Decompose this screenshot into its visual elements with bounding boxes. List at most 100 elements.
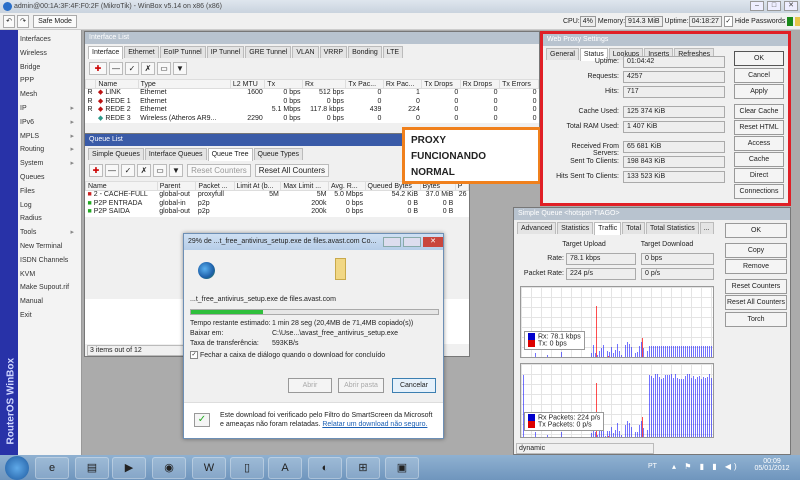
- column-header[interactable]: L2 MTU: [229, 79, 266, 89]
- column-header[interactable]: Max Limit ...: [280, 181, 329, 191]
- disable-icon[interactable]: ✗: [137, 164, 151, 177]
- sidebar-item-tools[interactable]: Tools ▸: [20, 226, 80, 239]
- column-header[interactable]: Type: [137, 79, 231, 89]
- word-icon[interactable]: W: [192, 457, 226, 479]
- add-icon[interactable]: ✚: [89, 164, 103, 177]
- sidebar-item-ipv6[interactable]: IPv6 ▸: [20, 116, 80, 129]
- sidebar-item-log[interactable]: Log: [20, 199, 80, 212]
- tab-advanced[interactable]: Advanced: [517, 222, 557, 234]
- maximize-button[interactable]: [403, 237, 421, 247]
- language-indicator[interactable]: PT: [648, 463, 657, 470]
- column-header[interactable]: Parent: [156, 181, 197, 191]
- tab-eoip-tunnel[interactable]: EoIP Tunnel: [159, 46, 206, 58]
- remove-icon[interactable]: —: [109, 62, 123, 75]
- acrobat-icon[interactable]: A: [268, 457, 302, 479]
- column-header[interactable]: Rx Drops: [459, 79, 501, 89]
- close-button[interactable]: ✕: [784, 1, 798, 11]
- reset-counters-button[interactable]: Reset Counters: [725, 279, 787, 294]
- filter-icon[interactable]: ▼: [169, 164, 183, 177]
- column-header[interactable]: Tx Errors: [499, 79, 539, 89]
- table-row[interactable]: ■ P2P SAIDA global-out p2p 200k 0 bps 0 B0 B: [86, 208, 469, 217]
- tab-bonding[interactable]: Bonding: [348, 46, 382, 58]
- open-button[interactable]: Abrir: [288, 378, 332, 393]
- column-header[interactable]: Avg. R...: [327, 181, 366, 191]
- hide-passwords-checkbox[interactable]: ✓: [723, 16, 733, 27]
- image-viewer-icon[interactable]: ▣: [385, 457, 419, 479]
- tab-traffic[interactable]: Traffic: [594, 222, 622, 235]
- sidebar-item-new-terminal[interactable]: New Terminal: [20, 240, 80, 253]
- column-header[interactable]: Rx: [302, 79, 347, 89]
- disable-icon[interactable]: ✗: [141, 62, 155, 75]
- enable-icon[interactable]: ✓: [121, 164, 135, 177]
- maximize-button[interactable]: □: [767, 1, 781, 11]
- reset-html-button[interactable]: Reset HTML: [734, 120, 784, 135]
- column-header[interactable]: Limit At (b...: [233, 181, 282, 191]
- comment-icon[interactable]: ▭: [153, 164, 167, 177]
- sidebar-item-mesh[interactable]: Mesh: [20, 88, 80, 101]
- tab-vlan[interactable]: VLAN: [292, 46, 319, 58]
- column-header[interactable]: Name: [85, 181, 158, 191]
- sidebar-item-radius[interactable]: Radius: [20, 212, 80, 225]
- cache-button[interactable]: Cache: [734, 152, 784, 167]
- sidebar-item-kvm[interactable]: KVM: [20, 268, 80, 281]
- reset-all-counters-button[interactable]: Reset All Counters: [254, 164, 329, 177]
- tab--[interactable]: ...: [699, 222, 714, 234]
- start-button[interactable]: [5, 456, 29, 480]
- remove-button[interactable]: Remove: [725, 259, 787, 274]
- sidebar-item-make-supout-rif[interactable]: Make Supout.rif: [20, 281, 80, 294]
- network-tool-icon[interactable]: ⊞: [346, 457, 380, 479]
- window-titlebar[interactable]: Web Proxy Settings: [543, 34, 788, 46]
- undo-button[interactable]: ↶: [3, 15, 15, 28]
- column-header[interactable]: Tx Drops: [421, 79, 461, 89]
- column-header[interactable]: Packet ...: [195, 181, 235, 191]
- column-header[interactable]: Tx: [264, 79, 304, 89]
- tray-icons[interactable]: ▴ ⚑ ▮ ▮ ◀): [672, 462, 740, 471]
- filter-icon[interactable]: ▼: [173, 62, 187, 75]
- column-header[interactable]: Tx Pac...: [345, 79, 384, 89]
- tab-statistics[interactable]: Statistics: [557, 222, 594, 234]
- sidebar-item-ip[interactable]: IP ▸: [20, 102, 80, 115]
- window-titlebar[interactable]: Interface List: [85, 32, 539, 44]
- table-row[interactable]: ■ P2P ENTRADA global-in p2p 200k 0 bps 0 B0 B: [86, 200, 469, 209]
- torch-button[interactable]: Torch: [725, 312, 787, 327]
- tab-gre-tunnel[interactable]: GRE Tunnel: [245, 46, 292, 58]
- notepad-icon[interactable]: ▯: [230, 457, 264, 479]
- sidebar-item-ppp[interactable]: PPP: [20, 74, 80, 87]
- column-header[interactable]: Name: [95, 79, 139, 89]
- table-row[interactable]: R ◆ REDE 2 Ethernet 5.1 Mbps 117.8 kbps 439 224…: [86, 106, 539, 115]
- sidebar-item-routing[interactable]: Routing ▸: [20, 143, 80, 156]
- clock[interactable]: 00:09 05/01/2012: [752, 458, 792, 472]
- sidebar-item-isdn-channels[interactable]: ISDN Channels: [20, 254, 80, 267]
- tab-interface[interactable]: Interface: [88, 46, 124, 59]
- ok-button[interactable]: OK: [725, 223, 787, 238]
- minimize-button[interactable]: –: [750, 1, 764, 11]
- close-button[interactable]: ✕: [423, 237, 443, 247]
- direct-button[interactable]: Direct: [734, 168, 784, 183]
- sidebar-item-files[interactable]: Files: [20, 185, 80, 198]
- apply-button[interactable]: Apply: [734, 84, 784, 99]
- tab-queue-tree[interactable]: Queue Tree: [207, 148, 253, 161]
- sidebar-item-system[interactable]: System ▸: [20, 157, 80, 170]
- tab-total[interactable]: Total: [622, 222, 646, 234]
- sidebar-item-queues[interactable]: Queues: [20, 171, 80, 184]
- firefox-icon[interactable]: ◉: [152, 457, 186, 479]
- winbox-taskbar-icon[interactable]: ◐: [308, 457, 342, 479]
- minimize-button[interactable]: [383, 237, 401, 247]
- comment-icon[interactable]: ▭: [157, 62, 171, 75]
- sidebar-item-bridge[interactable]: Bridge: [20, 61, 80, 74]
- sidebar-item-manual[interactable]: Manual: [20, 295, 80, 308]
- file-explorer-icon[interactable]: ▤: [75, 457, 109, 479]
- add-icon[interactable]: ✚: [89, 62, 107, 75]
- media-player-icon[interactable]: ▶: [112, 457, 146, 479]
- copy-button[interactable]: Copy: [725, 243, 787, 258]
- enable-icon[interactable]: ✓: [125, 62, 139, 75]
- column-header[interactable]: Rx Pac...: [382, 79, 423, 89]
- table-row[interactable]: R ◆ REDE 1 Ethernet 0 bps 0 bps 0 0 0 0 0: [86, 98, 539, 107]
- sidebar-item-mpls[interactable]: MPLS ▸: [20, 130, 80, 143]
- sidebar-item-wireless[interactable]: Wireless: [20, 47, 80, 60]
- access-button[interactable]: Access: [734, 136, 784, 151]
- redo-button[interactable]: ↷: [17, 15, 29, 28]
- open-folder-button[interactable]: Abrir pasta: [338, 378, 384, 393]
- reset-counters-button[interactable]: Reset Counters: [186, 164, 251, 177]
- reset-all-counters-button[interactable]: Reset All Counters: [725, 295, 787, 310]
